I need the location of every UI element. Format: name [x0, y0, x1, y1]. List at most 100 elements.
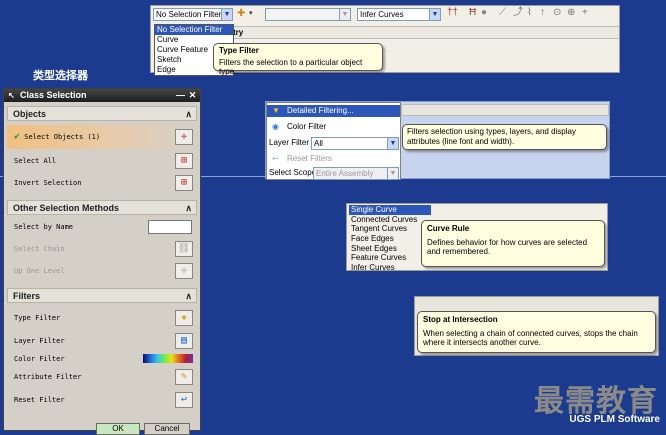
snap-cross-2-icon[interactable]: Ħ	[469, 7, 476, 19]
invert-selection-row[interactable]: Invert Selection ⊞	[7, 173, 197, 193]
ok-button[interactable]: OK	[96, 423, 140, 435]
stop-at-intersection-tooltip: Stop at Intersection When selecting a ch…	[417, 311, 656, 353]
curve-rule-value: Infer Curves	[360, 10, 404, 19]
select-all-icon[interactable]: ⊞	[175, 153, 193, 169]
collapse-icon[interactable]: ∧	[185, 201, 192, 215]
curve-rule-tooltip: Curve Rule Defines behavior for how curv…	[421, 220, 605, 267]
layer-filter-label: Layer Filter	[14, 337, 65, 345]
chevron-down-icon[interactable]: ▼	[387, 138, 398, 149]
tooltip-text: Filters the selection to a particular ob…	[219, 58, 363, 76]
detailed-filtering-tooltip: Filters selection using types, layers, a…	[402, 124, 607, 150]
filters-section-header[interactable]: Filters ∧	[7, 288, 197, 303]
select-by-name-row: Select by Name	[7, 217, 197, 237]
dropdown-icon[interactable]: ▾	[249, 8, 253, 20]
arc-icon[interactable]: ⤴	[513, 7, 523, 19]
reset-filter-row[interactable]: Reset Filter ↩	[7, 390, 197, 410]
filter-menu: ▼ Detailed Filtering... ◉ Color Filter L…	[266, 102, 401, 180]
layer-filter-icon[interactable]: ▤	[175, 333, 193, 349]
color-wheel-icon: ◉	[272, 122, 279, 131]
curve-rule-option[interactable]: Feature Curves	[349, 253, 431, 263]
select-by-name-label: Select by Name	[14, 223, 74, 231]
type-filter-icon[interactable]: ✚	[175, 310, 193, 326]
select-all-label: Select All	[14, 157, 57, 165]
select-chain-row: Select Chain ⛓	[7, 239, 197, 259]
class-selection-dialog: ↖ Class Selection — ✕ Objects ∧ ✔ Select…	[3, 88, 201, 435]
brand-label: UGS PLM Software	[569, 414, 660, 425]
snap-point-icon[interactable]: ●	[481, 7, 487, 19]
up-one-level-label: Up One Level	[14, 267, 65, 275]
curve-rule-option[interactable]: Sheet Edges	[349, 244, 431, 254]
arrow-up-icon[interactable]: ↑	[540, 7, 545, 19]
attribute-filter-icon[interactable]: ✎	[175, 369, 193, 385]
color-filter-row[interactable]: Color Filter	[7, 349, 197, 369]
snap-cross-icon[interactable]: ††	[447, 7, 458, 19]
chevron-down-icon[interactable]: ▼	[221, 9, 232, 20]
stop-at-intersection-panel: Stop at Intersection When selecting a ch…	[414, 296, 659, 356]
tooltip-title: Curve Rule	[427, 224, 470, 233]
collapse-icon[interactable]: ∧	[185, 289, 192, 303]
dialog-title: Class Selection	[20, 90, 87, 100]
objects-section-header[interactable]: Objects ∧	[7, 106, 197, 121]
color-filter-label: Color Filter	[14, 355, 65, 363]
reset-icon: ↩	[272, 154, 279, 163]
invert-selection-label: Invert Selection	[14, 179, 82, 187]
select-objects-label: Select Objects (1)	[24, 133, 101, 141]
select-arrow-icon[interactable]: ✚	[237, 8, 245, 20]
chevron-down-icon[interactable]: ▼	[387, 168, 398, 179]
tooltip-text: Defines behavior for how curves are sele…	[427, 238, 588, 256]
collapse-icon[interactable]: ∧	[185, 107, 192, 121]
reset-filters-item[interactable]: ↩ Reset Filters	[267, 153, 400, 165]
tooltip-title: Type Filter	[219, 46, 259, 55]
curve-rule-list: Single Curve Connected Curves Tangent Cu…	[349, 205, 431, 273]
chevron-down-icon[interactable]: ▼	[339, 9, 350, 20]
cancel-button[interactable]: Cancel	[144, 423, 190, 435]
table-header: try	[231, 26, 619, 39]
layer-filter-combo[interactable]: All ▼	[311, 137, 399, 150]
attribute-filter-row[interactable]: Attribute Filter ✎	[7, 367, 197, 387]
type-filter-combo[interactable]: No Selection Filter ▼	[153, 8, 233, 21]
select-by-name-input[interactable]	[148, 220, 192, 234]
circle-cross-icon[interactable]: ⊕	[567, 7, 575, 19]
curve-rule-option[interactable]: Single Curve	[349, 205, 431, 215]
invert-selection-icon[interactable]: ⊞	[175, 175, 193, 191]
minimize-icon[interactable]: —	[175, 90, 186, 100]
type-filter-row[interactable]: Type Filter ✚	[7, 308, 197, 328]
slide-heading: 类型选择器	[33, 69, 88, 82]
color-palette-bar[interactable]	[143, 354, 193, 363]
select-scope-combo[interactable]: Entire Assembly ▼	[313, 167, 399, 180]
attribute-filter-label: Attribute Filter	[14, 373, 82, 381]
select-objects-row[interactable]: ✔ Select Objects (1) ✛	[7, 125, 197, 149]
dialog-arrow-icon: ↖	[8, 91, 15, 100]
up-one-level-row: Up One Level ✢	[7, 261, 197, 281]
plus-icon[interactable]: +	[582, 7, 588, 19]
curve-rule-option[interactable]: Tangent Curves	[349, 224, 431, 234]
detailed-filtering-panel: ▼ Detailed Filtering... ◉ Color Filter L…	[265, 101, 610, 180]
circle-target-icon[interactable]: ⊙	[553, 7, 561, 19]
type-filter-label: Type Filter	[14, 314, 61, 322]
up-level-icon[interactable]: ✢	[175, 263, 193, 279]
dialog-title-bar: ↖ Class Selection — ✕	[4, 89, 200, 102]
layer-filter-row[interactable]: Layer Filter ▤	[7, 331, 197, 351]
chevron-down-icon[interactable]: ▼	[429, 9, 440, 20]
curve-rule-option[interactable]: Face Edges	[349, 234, 431, 244]
other-methods-section-header[interactable]: Other Selection Methods ∧	[7, 200, 197, 215]
type-filter-value: No Selection Filter	[156, 10, 222, 19]
tooltip-title: Stop at Intersection	[423, 315, 498, 324]
checkmark-icon: ✔	[14, 131, 21, 142]
detailed-filtering-item[interactable]: ▼ Detailed Filtering...	[267, 105, 400, 117]
chain-icon[interactable]: ⛓	[175, 241, 193, 257]
color-filter-item[interactable]: ◉ Color Filter	[267, 121, 400, 133]
curve-rule-option[interactable]: Infer Curves	[349, 263, 431, 273]
reset-filter-label: Reset Filter	[14, 396, 65, 404]
curve-rule-combo[interactable]: Infer Curves ▼	[357, 8, 441, 21]
dropdown-option[interactable]: No Selection Filter	[155, 25, 233, 35]
middle-combo[interactable]: ▼	[265, 8, 351, 21]
select-objects-crosshair-icon[interactable]: ✛	[175, 129, 193, 145]
line-icon[interactable]: ⟋	[499, 7, 506, 19]
curve-icon[interactable]: ⌇	[527, 7, 532, 19]
type-filter-tooltip: Type Filter Filters the selection to a p…	[213, 43, 383, 76]
reset-icon[interactable]: ↩	[175, 392, 193, 408]
select-all-row[interactable]: Select All ⊞	[7, 151, 197, 171]
curve-rule-option[interactable]: Connected Curves	[349, 215, 431, 225]
close-icon[interactable]: ✕	[187, 90, 198, 100]
